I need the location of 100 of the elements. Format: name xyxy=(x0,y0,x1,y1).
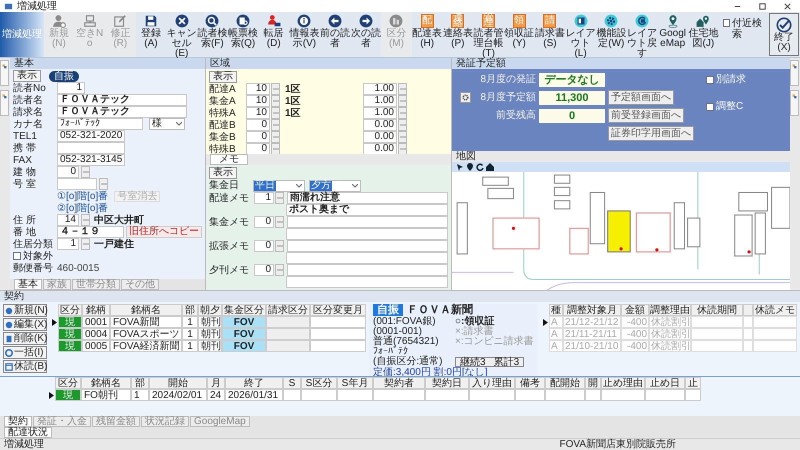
input-field[interactable]: 10 xyxy=(246,95,270,107)
show-button[interactable]: 表示 xyxy=(209,70,237,82)
toolbar-button[interactable]: キャンセル(E) xyxy=(166,12,197,57)
lookup-button[interactable] xyxy=(398,107,407,119)
contract-button[interactable]: 編集(X) xyxy=(3,318,47,331)
show-button[interactable]: 表示 xyxy=(209,166,237,178)
input-field[interactable]: 052-321-3145 xyxy=(57,154,125,166)
input-field[interactable]: 1 xyxy=(57,238,79,250)
toolbar-button[interactable]: 管理 読者管理台帳(T) xyxy=(473,12,504,57)
side-tab-icon[interactable] xyxy=(0,60,9,86)
input-field[interactable]: 0 xyxy=(254,216,274,228)
toolbar-button[interactable]: レイアウト戻す xyxy=(626,12,658,57)
exit-button[interactable]: 終了(X) xyxy=(769,13,799,56)
map-pin-icon[interactable] xyxy=(466,163,474,171)
checkbox[interactable] xyxy=(706,102,714,110)
input-field[interactable]: 0 xyxy=(246,119,270,131)
lookup-button[interactable] xyxy=(398,119,407,131)
lookup-button[interactable] xyxy=(275,240,284,252)
toolbar-button[interactable]: GoogleMap xyxy=(657,12,688,57)
lookup-button[interactable] xyxy=(99,178,108,190)
toolbar-button[interactable]: 情報表示(V) xyxy=(289,12,320,57)
checkbox[interactable] xyxy=(722,19,730,27)
refresh-icon[interactable] xyxy=(476,163,484,171)
lookup-button[interactable] xyxy=(271,119,280,131)
input-field[interactable] xyxy=(286,252,448,264)
toolbar-button[interactable]: 帳票検索(Q) xyxy=(228,12,258,57)
input-field[interactable]: 1.00 xyxy=(363,95,397,107)
side-tab-icon[interactable] xyxy=(790,60,799,86)
input-field[interactable] xyxy=(287,216,448,228)
input-field[interactable]: ﾌｫｰﾊﾞﾃｯｸ xyxy=(57,118,143,130)
toolbar-button[interactable]: 住宅地図(J) xyxy=(688,12,719,57)
dropdown[interactable]: 平日 xyxy=(253,180,305,192)
show-button[interactable]: 表示 xyxy=(13,70,41,82)
side-tab-icon[interactable] xyxy=(0,90,9,116)
toolbar-button[interactable]: 機能設定(W) xyxy=(596,12,627,57)
input-field[interactable] xyxy=(286,228,448,240)
lookup-button[interactable] xyxy=(81,214,90,226)
lookup-button[interactable] xyxy=(275,192,284,204)
input-field[interactable]: 雨濡れ注意 xyxy=(287,192,448,204)
toolbar-button[interactable]: 請 請求書(S) xyxy=(534,12,566,57)
checkbox[interactable] xyxy=(13,252,21,260)
input-field[interactable]: 1 xyxy=(57,82,85,94)
input-field[interactable] xyxy=(287,264,448,276)
dropdown[interactable]: 夕方 xyxy=(309,180,361,192)
toolbar-button[interactable]: 連絡 連絡表(P) xyxy=(442,12,474,57)
contract-button[interactable]: 一括(I) xyxy=(3,346,47,359)
lookup-button[interactable] xyxy=(398,143,407,155)
lookup-button[interactable] xyxy=(398,83,407,95)
input-field[interactable]: 14 xyxy=(57,214,79,226)
lookup-button[interactable] xyxy=(271,95,280,107)
honorific-dropdown[interactable]: 様 xyxy=(149,118,185,130)
lookup-button[interactable] xyxy=(81,238,90,250)
toolbar-button[interactable]: 配 配達表(H) xyxy=(412,12,442,57)
tab[interactable]: 配達状況 xyxy=(4,427,52,438)
input-field[interactable]: 1.00 xyxy=(363,107,397,119)
input-field[interactable]: 0 xyxy=(254,240,274,252)
lookup-button[interactable] xyxy=(275,264,284,276)
contract-button[interactable]: 削除(K) xyxy=(3,332,47,345)
input-field[interactable]: 0.00 xyxy=(363,131,397,143)
input-field[interactable]: 0.00 xyxy=(363,143,397,155)
toolbar-button[interactable]: 登録(A) xyxy=(136,12,166,57)
toolbar-button[interactable]: 前の読者 xyxy=(320,12,350,57)
input-field[interactable]: ４－１９ xyxy=(57,226,124,238)
input-field[interactable]: 0 xyxy=(57,166,79,178)
input-field[interactable]: 0 xyxy=(246,131,270,143)
input-field[interactable] xyxy=(57,142,125,154)
lookup-button[interactable] xyxy=(271,83,280,95)
input-field[interactable]: ＦＯＶＡテック xyxy=(57,94,187,106)
input-field[interactable]: 0.00 xyxy=(363,119,397,131)
toolbar-button[interactable]: 領 領収証(Y) xyxy=(504,12,535,57)
checkbox[interactable] xyxy=(706,76,714,84)
close-icon[interactable] xyxy=(783,2,792,10)
lookup-button[interactable] xyxy=(275,216,284,228)
input-field[interactable]: 052-321-2020 xyxy=(57,130,125,142)
contract-button[interactable]: 新規(N) xyxy=(3,304,47,317)
toolbar-button[interactable]: レイアウト(L) xyxy=(565,12,596,57)
input-field[interactable]: 0 xyxy=(254,264,274,276)
input-field[interactable]: ＦＯＶＡテック xyxy=(57,106,187,118)
lookup-button[interactable] xyxy=(271,143,280,155)
contract-button[interactable]: 休読(B) xyxy=(3,360,47,373)
input-field[interactable]: ポスト奥まで xyxy=(286,204,448,216)
lookup-button[interactable] xyxy=(271,131,280,143)
tab[interactable]: 基本 xyxy=(14,279,42,290)
input-field[interactable]: 10 xyxy=(246,107,270,119)
toolbar-button[interactable]: 転居(D) xyxy=(258,12,290,57)
print-screen-button[interactable]: 証券印字用画面へ xyxy=(608,126,694,141)
lookup-button[interactable] xyxy=(271,107,280,119)
screen-button[interactable]: 予定額画面へ xyxy=(608,90,674,105)
lookup-button[interactable] xyxy=(81,166,90,178)
input-field[interactable]: 0 xyxy=(246,143,270,155)
lookup-button[interactable] xyxy=(398,95,407,107)
input-field[interactable] xyxy=(57,178,97,190)
copy-button[interactable]: 旧住所へコピー xyxy=(126,226,202,238)
maximize-icon[interactable] xyxy=(758,2,767,10)
room-link[interactable]: ②[o]階[o]番 xyxy=(57,202,108,214)
screen-button[interactable]: 前受登録画面へ xyxy=(608,108,684,123)
input-field[interactable]: 10 xyxy=(246,83,270,95)
input-field[interactable]: 1 xyxy=(254,192,274,204)
lookup-button[interactable] xyxy=(398,131,407,143)
toolbar-button[interactable]: 読者検索(F) xyxy=(197,12,228,57)
